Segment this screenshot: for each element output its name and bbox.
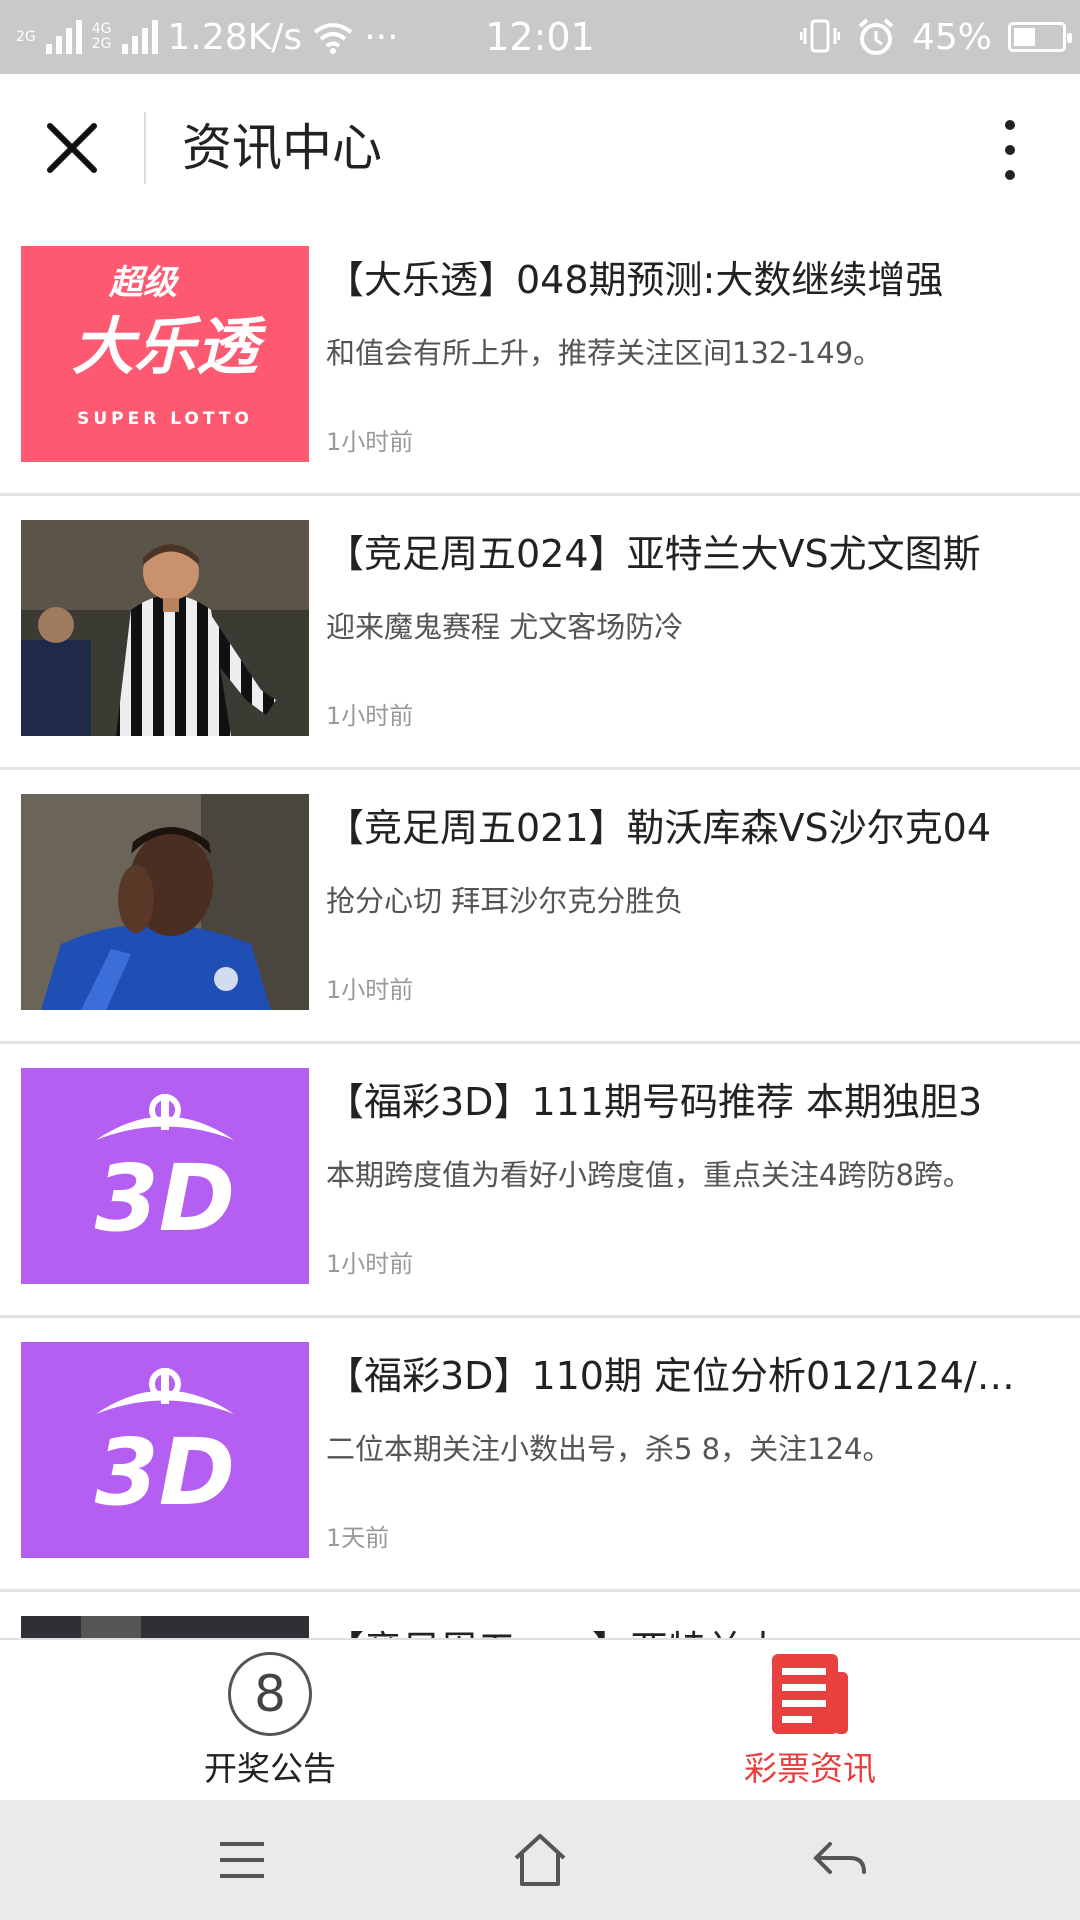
article-item[interactable]: 3D 【福彩3D】111期号码推荐 本期独胆3 本期跨度值为看好小跨度值，重点关… [0, 1044, 1080, 1318]
draw-number: 8 [254, 1665, 286, 1723]
battery-percent: 45% [911, 16, 992, 58]
app-header: 资讯中心 [0, 74, 1080, 222]
fucai-3d-logo: 3D [21, 1068, 309, 1284]
article-summary: 二位本期关注小数出号，杀5 8，关注124。 [326, 1432, 892, 1466]
article-time: 1天前 [326, 1524, 390, 1552]
fucai-3d-thumbnail: 3D [21, 1342, 309, 1558]
logo-text-en: SUPER LOTTO [77, 409, 253, 429]
logo-text-top: 超级 [108, 263, 180, 303]
article-title[interactable]: 【福彩3D】110期 定位分析012/124/… [326, 1348, 1066, 1404]
schalke-player-photo [21, 794, 309, 1010]
article-time: 1小时前 [326, 1250, 414, 1278]
clock-time: 12:01 [485, 15, 595, 59]
photo-schalke-player [21, 794, 309, 1010]
article-time: 1小时前 [326, 702, 414, 730]
tab-label: 彩票资讯 [744, 1749, 876, 1788]
status-bar-right: 45% [799, 0, 1072, 74]
partial-photo [21, 1616, 309, 1638]
home-icon[interactable] [510, 1830, 570, 1890]
more-vertical-icon[interactable] [990, 114, 1030, 186]
phone-screen: 2G 4G 2G 1.28K/s ··· 12:01 45% 资讯中心 超级 大… [0, 0, 1080, 1920]
article-item[interactable]: 超级 大乐透 SUPER LOTTO 【大乐透】048期预测:大数继续增强 和值… [0, 222, 1080, 496]
super-lotto-thumbnail: 超级 大乐透 SUPER LOTTO [21, 246, 309, 462]
article-summary: 本期跨度值为看好小跨度值，重点关注4跨防8跨。 [326, 1158, 972, 1192]
tab-draw-announcement[interactable]: 8 开奖公告 [0, 1640, 540, 1800]
article-list[interactable]: 超级 大乐透 SUPER LOTTO 【大乐透】048期预测:大数继续增强 和值… [0, 222, 1080, 1638]
article-title[interactable]: 【大乐透】048期预测:大数继续增强 [326, 252, 1066, 308]
draw-number-icon: 8 [228, 1652, 312, 1736]
bottom-tab-bar: 8 开奖公告 彩票资讯 [0, 1638, 1080, 1800]
article-item[interactable]: 3D 【福彩3D】110期 定位分析012/124/… 二位本期关注小数出号，杀… [0, 1318, 1080, 1592]
vibrate-icon [799, 19, 840, 53]
article-title[interactable]: 【竞足周五024】亚特兰大VS尤文图斯 [326, 526, 1066, 582]
article-time: 1小时前 [326, 428, 414, 456]
page-title: 资讯中心 [182, 119, 382, 177]
close-icon[interactable] [40, 116, 104, 180]
article-title[interactable]: 【福彩3D】111期号码推荐 本期独胆3 [326, 1074, 1066, 1130]
alarm-icon [858, 18, 894, 55]
menu-icon[interactable] [212, 1830, 272, 1890]
fucai-3d-thumbnail: 3D [21, 1068, 309, 1284]
logo-3d-text: 3D [95, 1419, 235, 1526]
article-time: 1小时前 [326, 976, 414, 1004]
article-item[interactable]: 【竞足周五021】勒沃库森VS沙尔克04 抢分心切 拜耳沙尔克分胜负 1小时前 [0, 770, 1080, 1044]
article-summary: 抢分心切 拜耳沙尔克分胜负 [326, 884, 684, 918]
article-title[interactable]: 【竞足周五021】勒沃库森VS沙尔克04 [326, 800, 1066, 856]
article-summary: 迎来魔鬼赛程 尤文客场防冷 [326, 610, 684, 644]
article-title[interactable]: 【竞足周五……】亚特兰大…… [326, 1622, 1066, 1638]
photo-juventus-player [21, 520, 309, 736]
header-divider [144, 112, 146, 184]
article-summary: 和值会有所上升，推荐关注区间132-149。 [326, 336, 883, 370]
photo-partial [21, 1616, 309, 1638]
logo-text-main: 大乐透 [72, 310, 267, 383]
status-bar: 2G 4G 2G 1.28K/s ··· 12:01 45% [0, 0, 1080, 74]
juventus-player-photo [21, 520, 309, 736]
battery-icon [1008, 22, 1072, 52]
tab-label: 开奖公告 [204, 1749, 336, 1788]
fucai-3d-logo: 3D [21, 1342, 309, 1558]
tab-lottery-news[interactable]: 彩票资讯 [540, 1640, 1080, 1800]
back-icon[interactable] [810, 1830, 870, 1890]
news-icon [772, 1654, 848, 1734]
article-item[interactable]: 【竞足周五024】亚特兰大VS尤文图斯 迎来魔鬼赛程 尤文客场防冷 1小时前 [0, 496, 1080, 770]
system-nav-bar [0, 1800, 1080, 1920]
battery-fill [1014, 28, 1035, 46]
logo-3d-text: 3D [95, 1145, 235, 1252]
super-lotto-logo: 超级 大乐透 SUPER LOTTO [21, 246, 309, 462]
article-item[interactable]: 【竞足周五……】亚特兰大…… [0, 1592, 1080, 1638]
